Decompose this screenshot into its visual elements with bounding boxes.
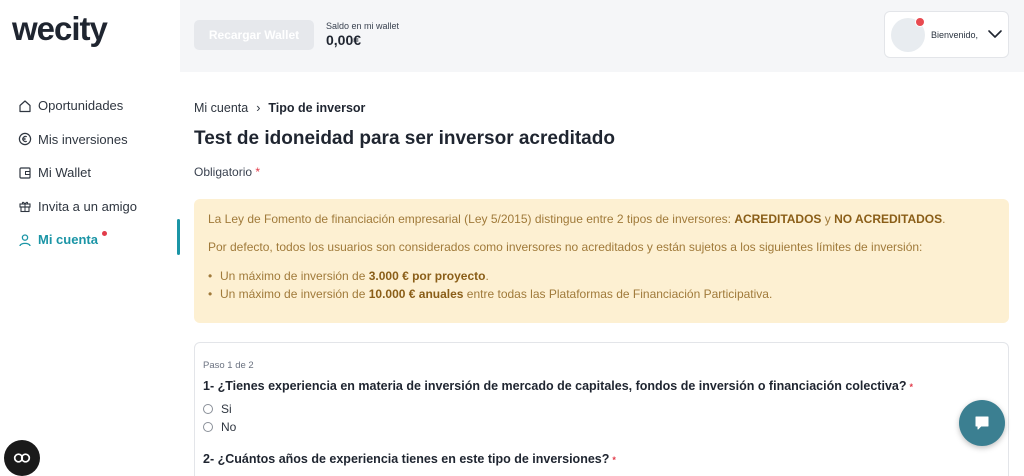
notice-paragraph-2: Por defecto, todos los usuarios son cons…	[208, 240, 923, 255]
radio-option-si[interactable]: Si	[203, 402, 232, 416]
recharge-wallet-button[interactable]: Recargar Wallet	[194, 20, 314, 50]
question-2-text: 2- ¿Cuántos años de experiencia tienes e…	[203, 452, 610, 466]
breadcrumb: Mi cuenta › Tipo de inversor	[194, 101, 365, 115]
radio-label: Si	[221, 402, 232, 416]
chevron-down-icon	[988, 30, 1002, 38]
limit-bold: 10.000 € anuales	[368, 287, 464, 302]
sidebar-item-label: Mi Wallet	[38, 165, 91, 181]
limit-text: Un máximo de inversión de	[220, 287, 369, 302]
avatar-notification-dot	[915, 17, 925, 27]
radio-label: No	[221, 420, 237, 434]
required-note: Obligatorio *	[194, 165, 260, 179]
cookie-consent-icon	[13, 453, 31, 463]
sidebar-item-label: Invita a un amigo	[38, 198, 138, 214]
notification-dot	[101, 231, 107, 237]
radio-button[interactable]	[203, 404, 213, 414]
user-menu[interactable]: Bienvenido,	[884, 11, 1009, 58]
required-star: *	[909, 382, 913, 392]
questionnaire-card: Paso 1 de 2 1- ¿Tienes experiencia en ma…	[194, 342, 1009, 476]
notice-bold-not-accredited: NO ACREDITADOS	[834, 212, 943, 226]
breadcrumb-current: Tipo de inversor	[268, 101, 366, 115]
top-header: Recargar Wallet Saldo en mi wallet 0,00€…	[180, 0, 1024, 72]
wallet-icon	[18, 166, 32, 180]
euro-coin-icon	[18, 132, 32, 146]
radio-button[interactable]	[203, 422, 213, 432]
notice-paragraph-1: La Ley de Fomento de financiación empres…	[208, 212, 995, 226]
limit-text: entre todas las Plataformas de Financiac…	[463, 287, 773, 302]
wallet-balance-label: Saldo en mi wallet	[326, 21, 400, 31]
question-1-text: 1- ¿Tienes experiencia en materia de inv…	[203, 379, 907, 393]
sidebar: wecity Oportunidades Mis inversiones Mi …	[0, 0, 180, 476]
question-2: 2- ¿Cuántos años de experiencia tienes e…	[203, 452, 616, 466]
radio-option-no[interactable]: No	[203, 420, 236, 434]
sidebar-nav: Oportunidades Mis inversiones Mi Wallet …	[0, 89, 180, 257]
sidebar-item-mis-inversiones[interactable]: Mis inversiones	[0, 123, 180, 157]
limits-list: Un máximo de inversión de 3.000 € por pr…	[208, 269, 995, 302]
welcome-text: Bienvenido,	[931, 30, 979, 40]
gift-icon	[18, 199, 32, 213]
privacy-settings-button[interactable]	[4, 440, 40, 476]
sidebar-item-oportunidades[interactable]: Oportunidades	[0, 89, 180, 123]
step-indicator: Paso 1 de 2	[203, 360, 254, 371]
question-1: 1- ¿Tienes experiencia en materia de inv…	[203, 379, 913, 393]
notice-bold-accredited: ACREDITADOS	[734, 212, 822, 226]
limit-text: Un máximo de inversión de	[220, 268, 369, 283]
notice-text: y	[821, 212, 835, 226]
sidebar-item-label: Oportunidades	[38, 98, 124, 114]
user-icon	[18, 233, 32, 247]
wallet-balance-value: 0,00€	[326, 32, 362, 48]
sidebar-item-label: Mis inversiones	[38, 131, 128, 147]
limit-item: Un máximo de inversión de 3.000 € por pr…	[208, 268, 995, 284]
house-icon	[18, 99, 32, 113]
notice-text: .	[942, 212, 946, 226]
required-star: *	[255, 165, 261, 179]
sidebar-item-label: Mi cuenta	[38, 232, 98, 248]
required-star: *	[612, 455, 616, 465]
sidebar-item-mi-wallet[interactable]: Mi Wallet	[0, 156, 180, 190]
chat-button[interactable]	[959, 400, 1005, 446]
limit-text: .	[485, 268, 489, 283]
main-content: Mi cuenta › Tipo de inversor Test de idone…	[180, 72, 1024, 476]
sidebar-item-invita-amigo[interactable]: Invita a un amigo	[0, 190, 180, 224]
sidebar-item-mi-cuenta[interactable]: Mi cuenta	[0, 219, 180, 257]
notice-text: La Ley de Fomento de financiación empres…	[208, 212, 735, 226]
required-label-text: Obligatorio	[194, 165, 253, 179]
page-title: Test de idoneidad para ser inversor acre…	[194, 128, 615, 149]
breadcrumb-parent[interactable]: Mi cuenta	[194, 101, 248, 115]
app-logo[interactable]: wecity	[12, 10, 108, 48]
breadcrumb-separator: ›	[256, 101, 261, 115]
limit-item: Un máximo de inversión de 10.000 € anual…	[208, 287, 995, 302]
investor-limits-notice: La Ley de Fomento de financiación empres…	[194, 199, 1009, 323]
limit-bold: 3.000 € por proyecto	[368, 268, 486, 283]
chat-bubble-icon	[975, 416, 989, 430]
